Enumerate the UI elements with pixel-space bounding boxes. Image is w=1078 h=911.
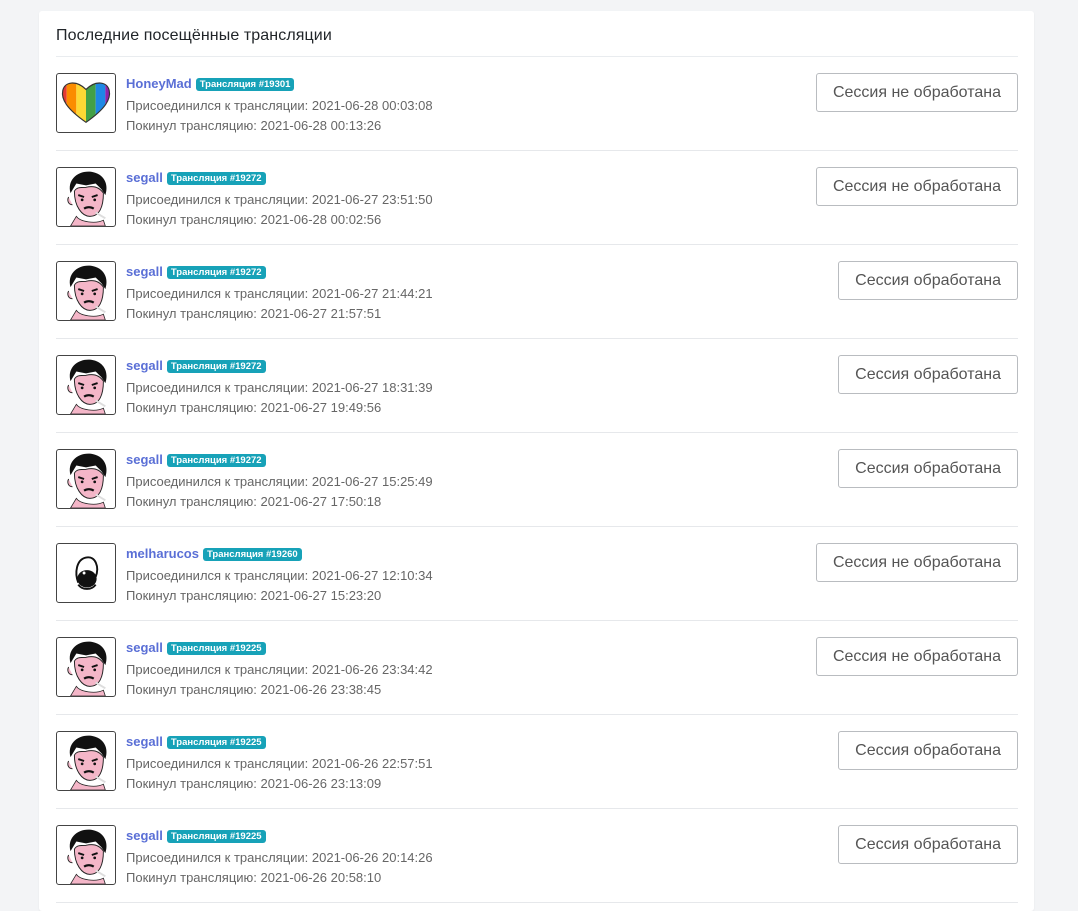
session-info: segall Трансляция #19272 Присоединился к… (126, 452, 433, 512)
username-link[interactable]: segall (126, 264, 163, 280)
session-status-button[interactable]: Сессия обработана (838, 449, 1018, 488)
username-link[interactable]: segall (126, 828, 163, 844)
session-list: HoneyMad Трансляция #19301 Присоединился… (56, 57, 1018, 903)
user-line: segall Трансляция #19272 (126, 264, 433, 280)
session-row: segall Трансляция #19272 Присоединился к… (56, 433, 1018, 527)
user-line: HoneyMad Трансляция #19301 (126, 76, 433, 92)
left-time: Покинул трансляцию: 2021-06-28 00:13:26 (126, 118, 382, 133)
stream-badge[interactable]: Трансляция #19260 (202, 547, 302, 561)
username-link[interactable]: segall (126, 170, 163, 186)
avatar[interactable] (56, 167, 116, 227)
left-time: Покинул трансляцию: 2021-06-26 23:13:09 (126, 776, 382, 791)
session-status-button[interactable]: Сессия не обработана (815, 637, 1018, 676)
session-row: segall Трансляция #19225 Присоединился к… (56, 809, 1018, 903)
stream-badge[interactable]: Трансляция #19225 (166, 829, 266, 843)
user-line: segall Трансляция #19272 (126, 358, 433, 374)
joined-time: Присоединился к трансляции: 2021-06-27 2… (126, 192, 433, 207)
session-row: segall Трансляция #19225 Присоединился к… (56, 715, 1018, 809)
session-info: melharucos Трансляция #19260 Присоединил… (126, 546, 433, 606)
session-status-button[interactable]: Сессия не обработана (815, 73, 1018, 112)
session-status-button[interactable]: Сессия не обработана (815, 167, 1018, 206)
stream-badge[interactable]: Трансляция #19272 (166, 359, 266, 373)
user-line: segall Трансляция #19225 (126, 734, 433, 750)
session-status-button[interactable]: Сессия обработана (838, 261, 1018, 300)
session-info: HoneyMad Трансляция #19301 Присоединился… (126, 76, 433, 136)
stream-badge[interactable]: Трансляция #19272 (166, 265, 266, 279)
session-row: segall Трансляция #19272 Присоединился к… (56, 151, 1018, 245)
session-info: segall Трансляция #19272 Присоединился к… (126, 264, 433, 324)
joined-time: Присоединился к трансляции: 2021-06-28 0… (126, 98, 433, 113)
user-line: segall Трансляция #19225 (126, 828, 433, 844)
session-row: segall Трансляция #19272 Присоединился к… (56, 245, 1018, 339)
joined-time: Присоединился к трансляции: 2021-06-26 2… (126, 850, 433, 865)
left-time: Покинул трансляцию: 2021-06-26 20:58:10 (126, 870, 382, 885)
joined-time: Присоединился к трансляции: 2021-06-26 2… (126, 756, 433, 771)
session-status-button[interactable]: Сессия обработана (838, 355, 1018, 394)
avatar[interactable] (56, 73, 116, 133)
left-time: Покинул трансляцию: 2021-06-27 15:23:20 (126, 588, 382, 603)
joined-time: Присоединился к трансляции: 2021-06-27 1… (126, 474, 433, 489)
stream-badge[interactable]: Трансляция #19225 (166, 735, 266, 749)
avatar[interactable] (56, 543, 116, 603)
avatar[interactable] (56, 449, 116, 509)
user-line: segall Трансляция #19272 (126, 170, 433, 186)
session-row: melharucos Трансляция #19260 Присоединил… (56, 527, 1018, 621)
avatar[interactable] (56, 261, 116, 321)
session-status-button[interactable]: Сессия обработана (838, 731, 1018, 770)
avatar[interactable] (56, 731, 116, 791)
joined-time: Присоединился к трансляции: 2021-06-27 2… (126, 286, 433, 301)
username-link[interactable]: segall (126, 640, 163, 656)
user-line: segall Трансляция #19272 (126, 452, 433, 468)
session-info: segall Трансляция #19225 Присоединился к… (126, 828, 433, 888)
stream-badge[interactable]: Трансляция #19272 (166, 453, 266, 467)
stream-badge[interactable]: Трансляция #19301 (195, 77, 295, 91)
user-line: melharucos Трансляция #19260 (126, 546, 433, 562)
session-info: segall Трансляция #19272 Присоединился к… (126, 170, 433, 230)
avatar[interactable] (56, 825, 116, 885)
session-row: segall Трансляция #19225 Присоединился к… (56, 621, 1018, 715)
left-time: Покинул трансляцию: 2021-06-28 00:02:56 (126, 212, 382, 227)
avatar[interactable] (56, 637, 116, 697)
username-link[interactable]: segall (126, 452, 163, 468)
left-time: Покинул трансляцию: 2021-06-26 23:38:45 (126, 682, 382, 697)
session-info: segall Трансляция #19225 Присоединился к… (126, 734, 433, 794)
page-title: Последние посещённые трансляции (56, 27, 332, 44)
session-status-button[interactable]: Сессия обработана (838, 825, 1018, 864)
stream-badge[interactable]: Трансляция #19225 (166, 641, 266, 655)
stream-badge[interactable]: Трансляция #19272 (166, 171, 266, 185)
username-link[interactable]: melharucos (126, 546, 199, 562)
joined-time: Присоединился к трансляции: 2021-06-26 2… (126, 662, 433, 677)
session-row: HoneyMad Трансляция #19301 Присоединился… (56, 57, 1018, 151)
username-link[interactable]: segall (126, 734, 163, 750)
username-link[interactable]: segall (126, 358, 163, 374)
session-info: segall Трансляция #19272 Присоединился к… (126, 358, 433, 418)
joined-time: Присоединился к трансляции: 2021-06-27 1… (126, 380, 433, 395)
session-row: segall Трансляция #19272 Присоединился к… (56, 339, 1018, 433)
left-time: Покинул трансляцию: 2021-06-27 19:49:56 (126, 400, 382, 415)
session-status-button[interactable]: Сессия не обработана (815, 543, 1018, 582)
recent-streams-card: Последние посещённые трансляции HoneyMad… (39, 11, 1034, 911)
user-line: segall Трансляция #19225 (126, 640, 433, 656)
session-info: segall Трансляция #19225 Присоединился к… (126, 640, 433, 700)
left-time: Покинул трансляцию: 2021-06-27 21:57:51 (126, 306, 382, 321)
avatar[interactable] (56, 355, 116, 415)
joined-time: Присоединился к трансляции: 2021-06-27 1… (126, 568, 433, 583)
username-link[interactable]: HoneyMad (126, 76, 192, 92)
left-time: Покинул трансляцию: 2021-06-27 17:50:18 (126, 494, 382, 509)
